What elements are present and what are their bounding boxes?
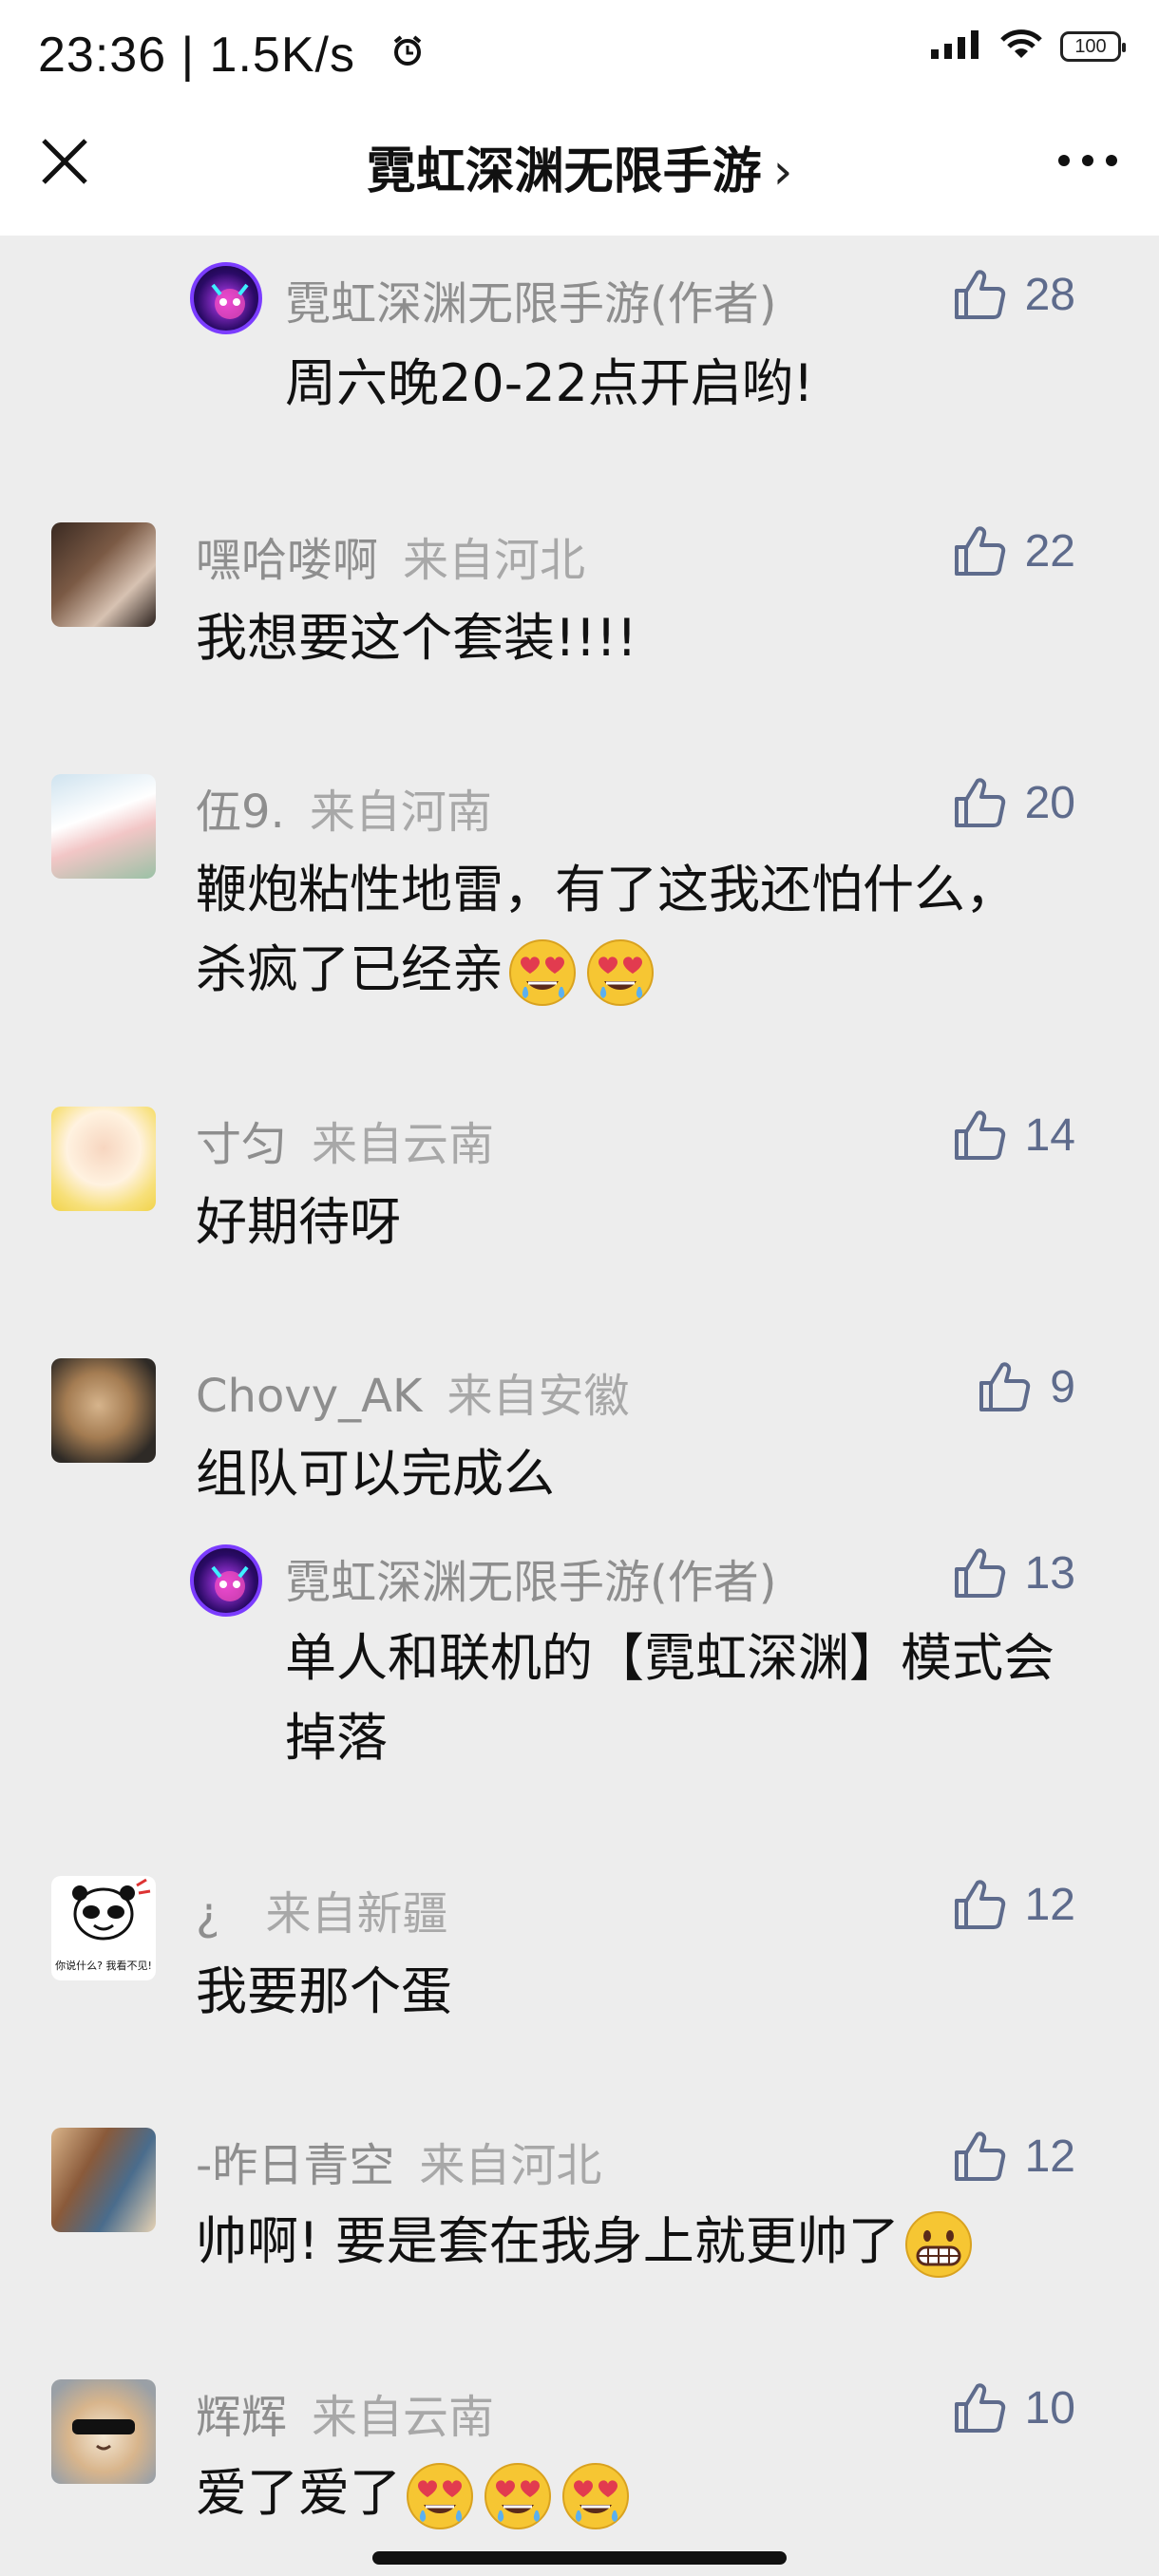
thumbs-up-icon bbox=[951, 1876, 1008, 1933]
like-count: 10 bbox=[1024, 2382, 1075, 2434]
avatar[interactable] bbox=[190, 1544, 262, 1617]
comment-text: 我想要这个套装!!!! bbox=[196, 608, 637, 668]
page-title-text: 霓虹深渊无限手游 bbox=[366, 143, 762, 200]
like-count: 20 bbox=[1024, 777, 1075, 828]
comment-text: 好期待呀 bbox=[196, 1192, 401, 1252]
comment-text: 组队可以完成么 bbox=[196, 1444, 555, 1504]
avatar[interactable] bbox=[190, 262, 262, 334]
thumbs-up-icon bbox=[951, 2379, 1008, 2436]
avatar[interactable]: 你说什么? 我看不见! bbox=[51, 1876, 156, 1980]
wifi-icon bbox=[999, 28, 1043, 65]
thumbs-up-icon bbox=[951, 522, 1008, 579]
chevron-right-icon: › bbox=[772, 143, 793, 200]
comment-author[interactable]: 霓虹深渊无限手游(作者) bbox=[285, 1544, 776, 1611]
more-icon[interactable] bbox=[1054, 137, 1121, 184]
heart-eyes-emoji-icon bbox=[585, 938, 656, 1008]
comment-author[interactable]: 霓虹深渊无限手游(作者) bbox=[285, 266, 776, 332]
comment-author[interactable]: Chovy_AK 来自安徽 bbox=[196, 1358, 629, 1425]
thumbs-up-icon bbox=[951, 266, 1008, 323]
like-button[interactable]: 13 bbox=[951, 1544, 1075, 1601]
like-button[interactable]: 12 bbox=[951, 1876, 1075, 1933]
comment-text: 单人和联机的【霓虹深渊】模式会掉落 bbox=[285, 1628, 1054, 1768]
battery-icon: 100 bbox=[1060, 31, 1126, 62]
comment-text: 爱了爱了 bbox=[196, 2453, 1127, 2533]
avatar[interactable] bbox=[51, 774, 156, 879]
like-button[interactable]: 12 bbox=[951, 2128, 1075, 2185]
comment-location: 来自河北 bbox=[403, 534, 586, 587]
like-button[interactable]: 22 bbox=[951, 522, 1075, 579]
comment-text: 帅啊! 要是套在我身上就更帅了 bbox=[196, 2202, 1108, 2282]
avatar[interactable] bbox=[51, 1107, 156, 1211]
comment-author[interactable]: 寸匀 来自云南 bbox=[196, 1107, 494, 1173]
comment-author[interactable]: 辉辉 来自云南 bbox=[196, 2379, 494, 2446]
nav-bar: 霓虹深渊无限手游 › bbox=[0, 114, 1159, 236]
like-count: 22 bbox=[1024, 525, 1075, 577]
heart-eyes-emoji-icon bbox=[405, 2461, 475, 2531]
home-indicator[interactable] bbox=[372, 2551, 787, 2565]
comment-location: 来自安徽 bbox=[446, 1370, 630, 1423]
heart-eyes-emoji-icon bbox=[507, 938, 578, 1008]
comment-location: 来自云南 bbox=[312, 2391, 495, 2444]
comment-location: 来自云南 bbox=[312, 1118, 495, 1171]
status-bar: 23:36 | 1.5K/s 100 bbox=[0, 0, 1159, 114]
heart-eyes-emoji-icon bbox=[483, 2461, 553, 2531]
like-count: 13 bbox=[1024, 1547, 1075, 1599]
comment-location: 来自河南 bbox=[309, 786, 492, 839]
thumbs-up-icon bbox=[976, 1358, 1033, 1415]
thumbs-up-icon bbox=[951, 774, 1008, 831]
like-button[interactable]: 14 bbox=[951, 1107, 1075, 1164]
comment-text: 我要那个蛋 bbox=[196, 1961, 452, 2021]
like-count: 12 bbox=[1024, 1879, 1075, 1930]
avatar[interactable] bbox=[51, 2379, 156, 2484]
avatar[interactable] bbox=[51, 522, 156, 627]
thumbs-up-icon bbox=[951, 2128, 1008, 2185]
avatar[interactable] bbox=[51, 2128, 156, 2232]
grinning-emoji-icon bbox=[903, 2209, 974, 2280]
signal-icon bbox=[929, 28, 982, 65]
alarm-icon bbox=[391, 34, 424, 70]
like-button[interactable]: 10 bbox=[951, 2379, 1075, 2436]
like-count: 28 bbox=[1024, 269, 1075, 320]
comment-author[interactable]: 伍9. 来自河南 bbox=[196, 774, 492, 841]
comment-text: 鞭炮粘性地雷，有了这我还怕什么，杀疯了已经亲 bbox=[196, 850, 1032, 1010]
comment-location: 来自河北 bbox=[419, 2139, 602, 2192]
page-title[interactable]: 霓虹深渊无限手游 › bbox=[0, 131, 1159, 202]
comment-author[interactable]: 嘿哈喽啊 来自河北 bbox=[196, 522, 585, 589]
comment-text: 周六晚20-22点开启哟! bbox=[285, 353, 814, 413]
like-count: 9 bbox=[1050, 1361, 1075, 1412]
like-button[interactable]: 28 bbox=[951, 266, 1075, 323]
status-time: 23:36 | 1.5K/s bbox=[38, 28, 355, 83]
like-button[interactable]: 9 bbox=[976, 1358, 1075, 1415]
like-count: 14 bbox=[1024, 1109, 1075, 1161]
comment-location: 来自新疆 bbox=[265, 1887, 448, 1941]
avatar-caption: 你说什么? 我看不见! bbox=[55, 1960, 152, 1972]
comment-author[interactable]: ¿ 来自新疆 bbox=[196, 1876, 448, 1942]
comment-author[interactable]: -昨日青空 来自河北 bbox=[196, 2128, 601, 2194]
thumbs-up-icon bbox=[951, 1107, 1008, 1164]
thumbs-up-icon bbox=[951, 1544, 1008, 1601]
like-button[interactable]: 20 bbox=[951, 774, 1075, 831]
like-count: 12 bbox=[1024, 2131, 1075, 2182]
heart-eyes-emoji-icon bbox=[560, 2461, 631, 2531]
avatar[interactable] bbox=[51, 1358, 156, 1463]
